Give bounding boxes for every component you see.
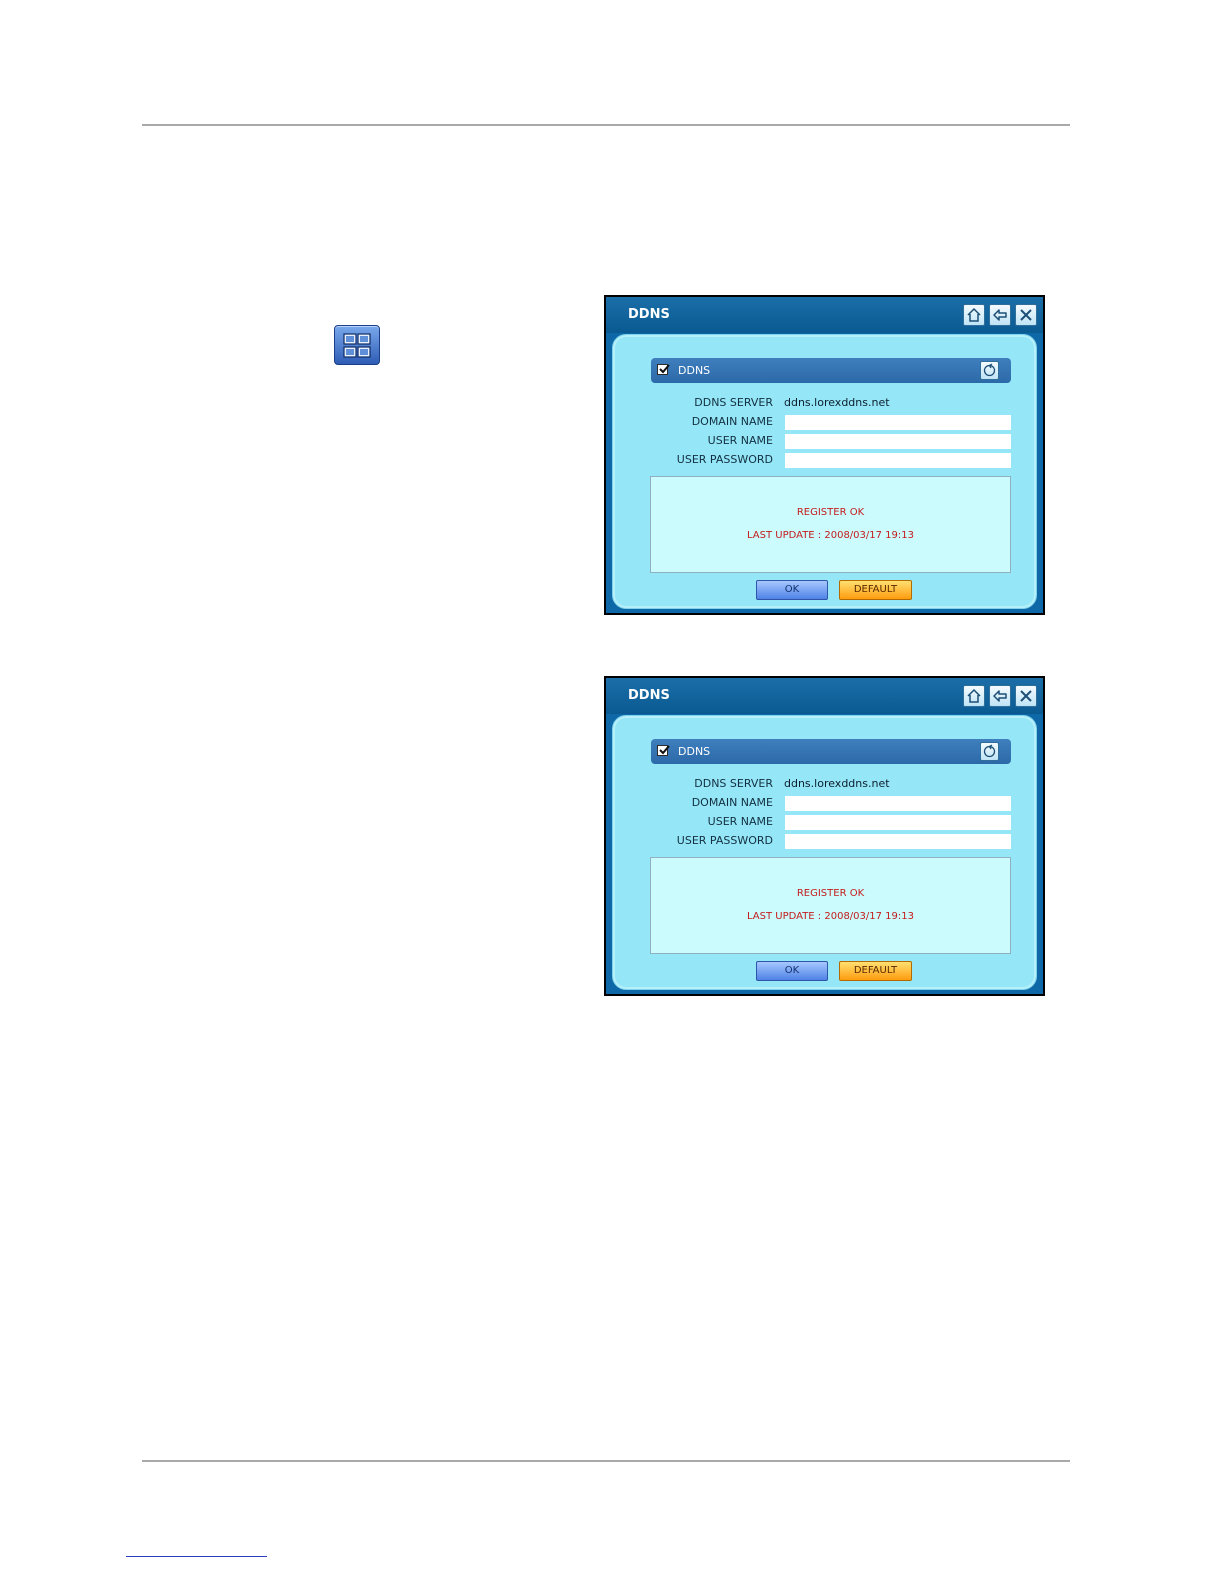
domain-name-label: DOMAIN NAME <box>691 415 773 428</box>
refresh-button[interactable] <box>980 361 999 380</box>
dialog-titlebar: DDNS <box>606 678 1043 714</box>
ddns-enable-checkbox[interactable] <box>657 745 670 756</box>
ddns-dialog: DDNS DDNS DDNS SERVER ddns.lorexddns.net… <box>604 295 1045 615</box>
register-status: REGISTER OK <box>796 507 865 518</box>
ddns-server-value: ddns.lorexddns.net <box>784 777 890 790</box>
ddns-server-label: DDNS SERVER <box>694 396 773 409</box>
user-password-label: USER PASSWORD <box>676 834 773 847</box>
close-button[interactable] <box>1015 685 1037 707</box>
home-button[interactable] <box>963 685 985 707</box>
back-button[interactable] <box>989 304 1011 326</box>
checkmark-icon <box>659 364 670 374</box>
user-name-input[interactable] <box>785 434 1011 449</box>
user-name-label: USER NAME <box>707 434 773 447</box>
close-icon <box>1020 690 1032 702</box>
status-box: REGISTER OK LAST UPDATE : 2008/03/17 19:… <box>650 857 1011 954</box>
home-icon <box>967 307 981 322</box>
refresh-icon <box>983 363 996 377</box>
dialog-body: DDNS DDNS SERVER ddns.lorexddns.net DOMA… <box>612 334 1037 609</box>
home-icon <box>967 688 981 703</box>
home-button[interactable] <box>963 304 985 326</box>
footer-rule <box>142 1460 1070 1462</box>
ddns-dialog: DDNS DDNS DDNS SERVER ddns.lorexddns.net… <box>604 676 1045 996</box>
user-name-input[interactable] <box>785 815 1011 830</box>
user-password-input[interactable] <box>785 453 1011 468</box>
close-button[interactable] <box>1015 304 1037 326</box>
back-arrow-icon <box>993 690 1007 702</box>
refresh-icon <box>983 744 996 758</box>
domain-name-label: DOMAIN NAME <box>691 796 773 809</box>
user-password-input[interactable] <box>785 834 1011 849</box>
register-status: REGISTER OK <box>796 888 865 899</box>
ddns-section-header: DDNS <box>651 358 1011 383</box>
ok-button[interactable]: OK <box>756 580 828 600</box>
domain-name-input[interactable] <box>785 796 1011 811</box>
close-icon <box>1020 309 1032 321</box>
ddns-section-header: DDNS <box>651 739 1011 764</box>
last-update-status: LAST UPDATE : 2008/03/17 19:13 <box>746 911 914 922</box>
dialog-body: DDNS DDNS SERVER ddns.lorexddns.net DOMA… <box>612 715 1037 990</box>
ok-button[interactable]: OK <box>756 961 828 981</box>
ddns-server-label: DDNS SERVER <box>694 777 773 790</box>
default-button[interactable]: DEFAULT <box>839 961 912 981</box>
last-update-status: LAST UPDATE : 2008/03/17 19:13 <box>746 530 914 541</box>
network-setup-icon[interactable] <box>334 325 380 365</box>
refresh-button[interactable] <box>980 742 999 761</box>
default-button[interactable]: DEFAULT <box>839 580 912 600</box>
user-password-label: USER PASSWORD <box>676 453 773 466</box>
dialog-titlebar: DDNS <box>606 297 1043 333</box>
dialog-title: DDNS <box>628 307 670 322</box>
footer-link[interactable] <box>126 1556 267 1557</box>
ddns-server-value: ddns.lorexddns.net <box>784 396 890 409</box>
ddns-section-label: DDNS <box>678 364 711 377</box>
ddns-enable-checkbox[interactable] <box>657 364 670 375</box>
user-name-label: USER NAME <box>707 815 773 828</box>
back-button[interactable] <box>989 685 1011 707</box>
status-box: REGISTER OK LAST UPDATE : 2008/03/17 19:… <box>650 476 1011 573</box>
ddns-section-label: DDNS <box>678 745 711 758</box>
back-arrow-icon <box>993 309 1007 321</box>
dialog-title: DDNS <box>628 688 670 703</box>
header-rule <box>142 124 1070 126</box>
checkmark-icon <box>659 745 670 755</box>
domain-name-input[interactable] <box>785 415 1011 430</box>
